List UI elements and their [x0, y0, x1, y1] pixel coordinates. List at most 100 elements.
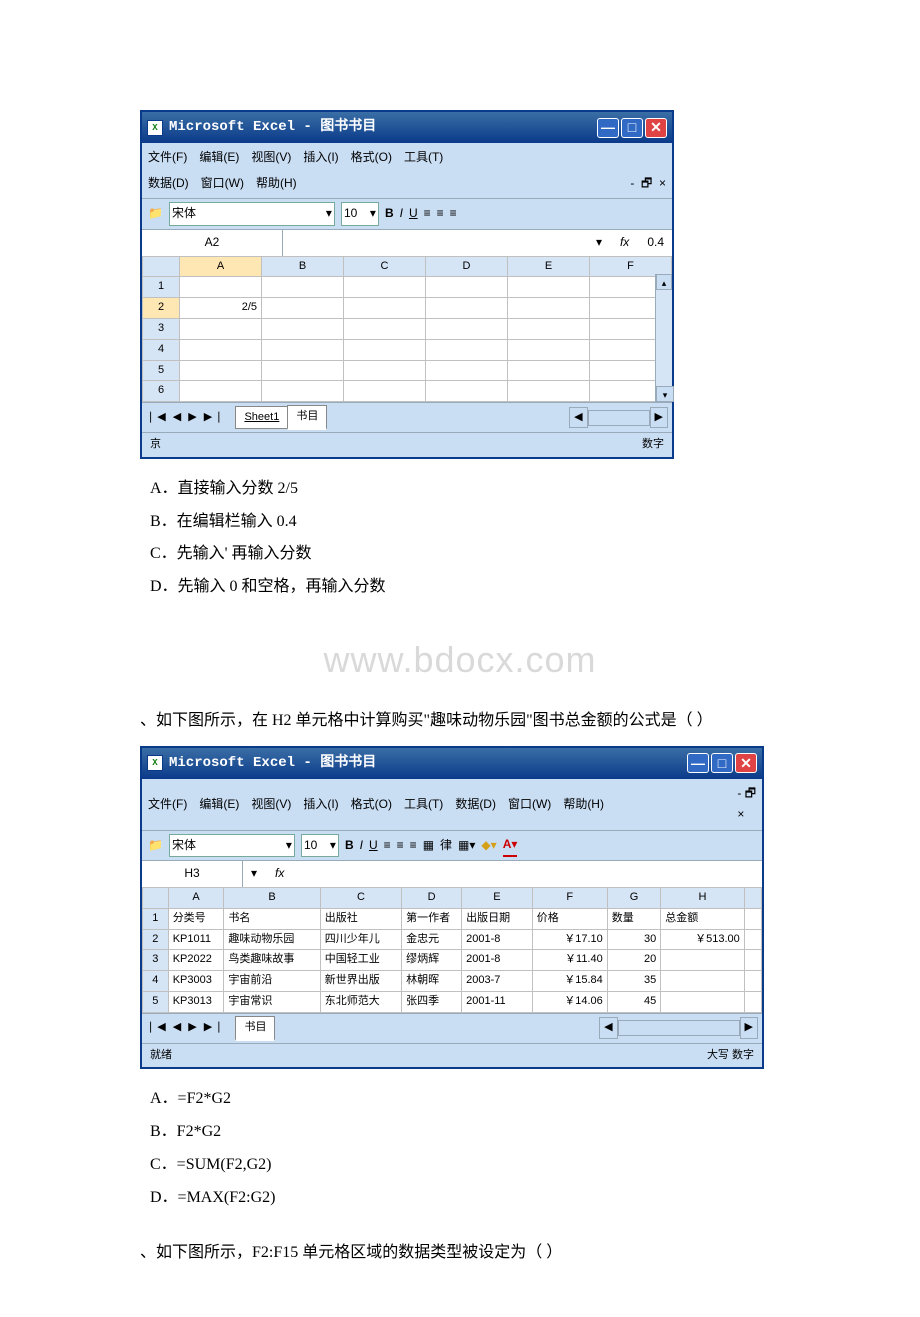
- table-row[interactable]: 3 KP2022鸟类趣味故事中国轻工业 缪炳辉2001-8￥11.40 20: [143, 950, 762, 971]
- col-header[interactable]: H: [661, 888, 745, 909]
- menu-item[interactable]: 数据(D): [455, 794, 496, 816]
- menu-item[interactable]: 视图(V): [251, 794, 291, 816]
- menu-item[interactable]: 编辑(E): [199, 794, 239, 816]
- formula-bar: H3 ▾ fx: [142, 860, 762, 887]
- col-header[interactable]: C: [320, 888, 401, 909]
- col-header[interactable]: B: [262, 256, 344, 277]
- row-header[interactable]: 4: [143, 339, 180, 360]
- col-header[interactable]: E: [508, 256, 590, 277]
- menu-item[interactable]: 工具(T): [404, 794, 443, 816]
- align-center-icon[interactable]: ≡: [397, 835, 404, 857]
- fontsize-select[interactable]: 10▾: [341, 202, 379, 226]
- font-select[interactable]: 宋体▾: [169, 202, 335, 226]
- align-right-icon[interactable]: ≡: [410, 835, 417, 857]
- open-icon[interactable]: 📁: [148, 835, 163, 857]
- fx-icon[interactable]: fx: [610, 232, 639, 254]
- tab-nav-buttons[interactable]: ❘◀ ◀ ▶ ▶❘: [146, 408, 225, 428]
- close-button[interactable]: ✕: [645, 118, 667, 138]
- menu-item[interactable]: 格式(O): [351, 794, 392, 816]
- menu-item[interactable]: 帮助(H): [563, 794, 604, 816]
- scroll-down-icon[interactable]: ▾: [656, 386, 674, 402]
- row-header[interactable]: 6: [143, 381, 180, 402]
- align-right-icon[interactable]: ≡: [450, 203, 457, 225]
- maximize-button[interactable]: □: [621, 118, 643, 138]
- menu-item[interactable]: 插入(I): [303, 147, 338, 169]
- menu-bar: 文件(F) 编辑(E) 视图(V) 插入(I) 格式(O) 工具(T) 数据(D…: [142, 779, 762, 830]
- titlebar-2[interactable]: X Microsoft Excel - 图书书目 — □ ✕: [142, 748, 762, 779]
- menu-item[interactable]: 视图(V): [251, 147, 291, 169]
- col-header[interactable]: A: [168, 888, 224, 909]
- menu-item[interactable]: 文件(F): [148, 794, 187, 816]
- formula-value[interactable]: [294, 872, 310, 876]
- row-header[interactable]: 2: [143, 298, 180, 319]
- fontsize-select[interactable]: 10▾: [301, 834, 339, 858]
- menu-item[interactable]: 插入(I): [303, 794, 338, 816]
- merge-icon[interactable]: ▦: [423, 835, 434, 857]
- align-left-icon[interactable]: ≡: [384, 835, 391, 857]
- italic-button[interactable]: I: [360, 835, 363, 857]
- window-title: Microsoft Excel - 图书书目: [169, 751, 376, 776]
- menu-item[interactable]: 数据(D): [148, 173, 189, 195]
- sheet-tab[interactable]: Sheet1: [235, 406, 288, 430]
- minimize-button[interactable]: —: [597, 118, 619, 138]
- col-header[interactable]: F: [532, 888, 607, 909]
- col-header[interactable]: C: [344, 256, 426, 277]
- underline-button[interactable]: U: [409, 203, 418, 225]
- col-header[interactable]: D: [426, 256, 508, 277]
- underline-button[interactable]: U: [369, 835, 378, 857]
- maximize-button[interactable]: □: [711, 753, 733, 773]
- option-d: D．先输入 0 和空格，再输入分数: [150, 573, 780, 602]
- name-box[interactable]: A2: [142, 230, 283, 256]
- col-header[interactable]: E: [462, 888, 533, 909]
- worksheet[interactable]: A B C D E F G H 1 分类号书名出版社 第一作者出版日期价格 数量…: [142, 887, 762, 1013]
- bold-button[interactable]: B: [345, 835, 354, 857]
- borders-icon[interactable]: ▦▾: [458, 835, 475, 857]
- col-header[interactable]: A: [180, 256, 262, 277]
- h-scroll-left-icon[interactable]: ◀: [569, 407, 587, 429]
- col-header[interactable]: G: [607, 888, 661, 909]
- fx-icon[interactable]: fx: [265, 863, 294, 885]
- font-color-icon[interactable]: A▾: [503, 834, 518, 858]
- col-header[interactable]: D: [402, 888, 462, 909]
- sheet-tab[interactable]: 书目: [235, 1016, 275, 1041]
- align-center-icon[interactable]: ≡: [437, 203, 444, 225]
- menu-item[interactable]: 帮助(H): [256, 173, 297, 195]
- close-button[interactable]: ✕: [735, 753, 757, 773]
- row-header[interactable]: 3: [143, 318, 180, 339]
- minimize-button[interactable]: —: [687, 753, 709, 773]
- col-header[interactable]: B: [224, 888, 320, 909]
- titlebar-1[interactable]: X Microsoft Excel - 图书书目 — □ ✕: [142, 112, 672, 143]
- table-row[interactable]: 1 分类号书名出版社 第一作者出版日期价格 数量总金额: [143, 908, 762, 929]
- menu-item[interactable]: 文件(F): [148, 147, 187, 169]
- active-cell[interactable]: 2/5: [180, 298, 262, 319]
- align-left-icon[interactable]: ≡: [424, 203, 431, 225]
- fill-color-icon[interactable]: ◆▾: [481, 835, 496, 857]
- scroll-up-icon[interactable]: ▴: [656, 274, 672, 290]
- name-box[interactable]: H3: [142, 861, 243, 887]
- open-icon[interactable]: 📁: [148, 203, 163, 225]
- h-scroll-left-icon[interactable]: ◀: [599, 1017, 617, 1039]
- bold-button[interactable]: B: [385, 203, 394, 225]
- doc-window-controls[interactable]: - 🗗 ×: [630, 173, 666, 195]
- row-header[interactable]: 1: [143, 277, 180, 298]
- table-row[interactable]: 2 KP1011趣味动物乐园四川少年儿 金忠元2001-8￥17.10 30￥5…: [143, 929, 762, 950]
- indent-icon[interactable]: 律: [440, 835, 452, 857]
- table-row[interactable]: 4 KP3003宇宙前沿新世界出版 林朝晖2003-7￥15.84 35: [143, 971, 762, 992]
- row-header[interactable]: 5: [143, 360, 180, 381]
- table-row[interactable]: 5 KP3013宇宙常识东北师范大 张四季2001-11￥14.06 45: [143, 992, 762, 1013]
- doc-window-controls[interactable]: - 🗗×: [737, 783, 756, 826]
- menu-item[interactable]: 窗口(W): [201, 173, 244, 195]
- menu-item[interactable]: 工具(T): [404, 147, 443, 169]
- menu-item[interactable]: 格式(O): [351, 147, 392, 169]
- tab-nav-buttons[interactable]: ❘◀ ◀ ▶ ▶❘: [146, 1018, 225, 1038]
- worksheet[interactable]: A B C D E F 1 22/5 3 4 5 6 ▴ ▾: [142, 256, 672, 403]
- font-select[interactable]: 宋体▾: [169, 834, 295, 858]
- h-scroll-right-icon[interactable]: ▶: [740, 1017, 758, 1039]
- h-scroll-right-icon[interactable]: ▶: [650, 407, 668, 429]
- vertical-scrollbar[interactable]: ▴ ▾: [655, 274, 672, 403]
- sheet-tab[interactable]: 书目: [287, 405, 327, 430]
- formula-value[interactable]: 0.4: [639, 230, 672, 256]
- italic-button[interactable]: I: [400, 203, 403, 225]
- menu-item[interactable]: 编辑(E): [199, 147, 239, 169]
- menu-item[interactable]: 窗口(W): [508, 794, 551, 816]
